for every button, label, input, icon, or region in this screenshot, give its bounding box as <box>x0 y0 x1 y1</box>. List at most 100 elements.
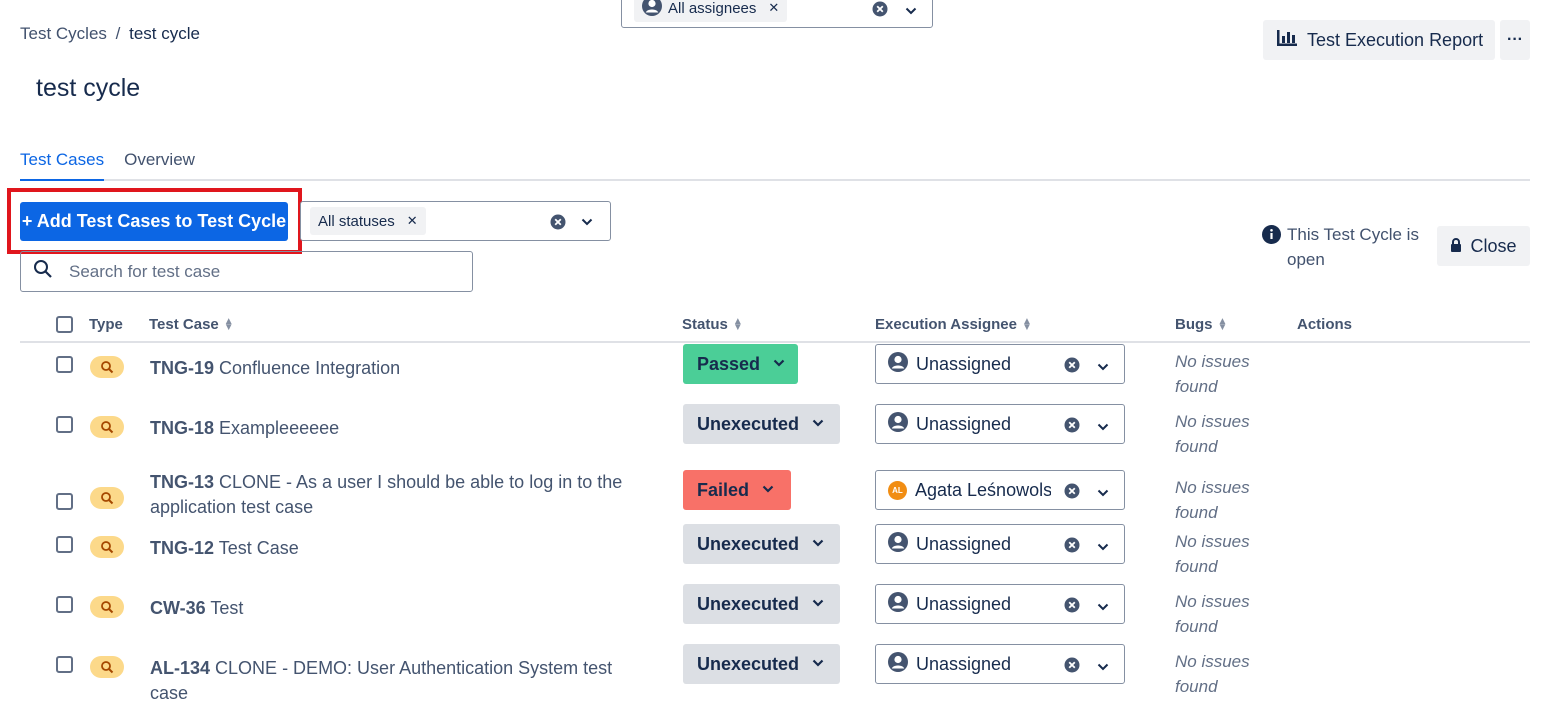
magnifier-test-icon <box>90 596 124 618</box>
close-button-label: Close <box>1470 235 1517 256</box>
header-bugs-label: Bugs <box>1175 316 1213 333</box>
magnifier-test-icon <box>90 356 124 378</box>
chevron-down-icon[interactable] <box>580 215 594 234</box>
header-status[interactable]: Status ▲ ▼ <box>682 316 743 333</box>
lock-icon <box>1450 236 1462 257</box>
assignee-select[interactable]: Unassigned <box>875 404 1125 444</box>
test-case-key[interactable]: TNG-19 <box>150 358 214 378</box>
row-checkbox[interactable] <box>56 356 73 373</box>
clear-circle-icon[interactable] <box>872 1 888 22</box>
header-test-case-label: Test Case <box>149 316 219 333</box>
chevron-down-icon[interactable] <box>904 2 918 23</box>
user-avatar-icon <box>888 651 908 677</box>
assignee-name: Unassigned <box>916 653 1012 674</box>
test-case-title[interactable]: Test <box>210 598 243 618</box>
tab-overview[interactable]: Overview <box>124 150 195 179</box>
header-status-label: Status <box>682 316 728 333</box>
clear-circle-icon[interactable] <box>1064 357 1080 378</box>
test-case-key[interactable]: CW-36 <box>150 598 206 618</box>
assignee-filter-chip: All assignees ✕ <box>634 0 788 22</box>
test-case-title[interactable]: Exampleeeeee <box>219 418 339 438</box>
tab-test-cases[interactable]: Test Cases <box>20 150 105 181</box>
test-case-cell[interactable]: TNG-18 Exampleeeeee <box>150 416 630 441</box>
row-checkbox[interactable] <box>56 416 73 433</box>
assignee-filter[interactable]: All assignees ✕ <box>621 0 933 28</box>
status-dropdown[interactable]: Passed <box>683 344 798 384</box>
clear-circle-icon[interactable] <box>550 214 566 235</box>
clear-circle-icon[interactable] <box>1064 537 1080 558</box>
test-case-cell[interactable]: TNG-12 Test Case <box>150 536 630 561</box>
clear-circle-icon[interactable] <box>1064 657 1080 678</box>
row-checkbox[interactable] <box>56 493 73 510</box>
sort-icon[interactable]: ▲ ▼ <box>1022 316 1032 332</box>
remove-chip-icon[interactable]: ✕ <box>768 0 779 16</box>
status-dropdown[interactable]: Unexecuted <box>683 524 840 564</box>
test-case-key[interactable]: TNG-12 <box>150 538 214 558</box>
test-case-title[interactable]: Test Case <box>219 538 299 558</box>
user-avatar-icon <box>888 411 908 437</box>
test-case-title[interactable]: CLONE - DEMO: User Authentication System… <box>150 658 612 703</box>
chevron-down-icon[interactable] <box>1096 418 1110 439</box>
row-checkbox[interactable] <box>56 596 73 613</box>
status-dropdown[interactable]: Unexecuted <box>683 584 840 624</box>
breadcrumb: Test Cycles / test cycle <box>20 24 200 44</box>
test-case-title[interactable]: Confluence Integration <box>219 358 400 378</box>
assignee-name: Agata Leśnowolsl <box>915 479 1051 500</box>
assignee-select[interactable]: Unassigned <box>875 584 1125 624</box>
test-execution-report-button[interactable]: Test Execution Report <box>1263 20 1495 60</box>
assignee-select[interactable]: AL Agata Leśnowolsl <box>875 470 1125 510</box>
assignee-select[interactable]: Unassigned <box>875 344 1125 384</box>
test-case-key[interactable]: TNG-13 <box>150 472 214 492</box>
status-dropdown[interactable]: Unexecuted <box>683 644 840 684</box>
select-all-checkbox[interactable] <box>56 316 73 333</box>
user-avatar-icon: AL <box>888 480 907 500</box>
header-type: Type <box>89 316 123 333</box>
assignee-select[interactable]: Unassigned <box>875 644 1125 684</box>
chevron-down-icon[interactable] <box>1096 658 1110 679</box>
test-case-cell[interactable]: TNG-13 CLONE - As a user I should be abl… <box>150 470 630 520</box>
clear-circle-icon[interactable] <box>1064 417 1080 438</box>
row-checkbox[interactable] <box>56 656 73 673</box>
search-box[interactable] <box>20 251 473 292</box>
test-case-cell[interactable]: CW-36 Test <box>150 596 630 621</box>
breadcrumb-parent-link[interactable]: Test Cycles <box>20 24 107 43</box>
header-actions-label: Actions <box>1297 316 1353 333</box>
bugs-cell: No issues found <box>1175 592 1250 636</box>
header-bugs[interactable]: Bugs ▲ ▼ <box>1175 316 1227 333</box>
assignee-select[interactable]: Unassigned <box>875 524 1125 564</box>
magnifier-test-icon <box>90 656 124 678</box>
search-icon <box>33 259 53 284</box>
more-actions-button[interactable]: ··· <box>1500 20 1530 60</box>
cycle-open-text: This Test Cycle is open <box>1287 225 1419 269</box>
row-checkbox[interactable] <box>56 536 73 553</box>
sort-icon[interactable]: ▲ ▼ <box>224 316 234 332</box>
status-filter-chip: All statuses ✕ <box>310 207 426 235</box>
sort-icon[interactable]: ▲ ▼ <box>1218 316 1228 332</box>
assignee-name: Unassigned <box>916 353 1012 374</box>
bugs-cell: No issues found <box>1175 532 1250 576</box>
search-input[interactable] <box>69 261 449 282</box>
test-case-cell[interactable]: AL-134 CLONE - DEMO: User Authentication… <box>150 656 630 706</box>
test-case-cell[interactable]: TNG-19 Confluence Integration <box>150 356 630 381</box>
table-row: TNG-18 Exampleeeeee Unexecuted Unassigne… <box>20 404 1530 476</box>
test-case-key[interactable]: TNG-18 <box>150 418 214 438</box>
header-execution-assignee[interactable]: Execution Assignee ▲ ▼ <box>875 316 1032 333</box>
status-dropdown[interactable]: Failed <box>683 470 791 510</box>
chevron-down-icon <box>811 594 825 615</box>
chevron-down-icon[interactable] <box>1096 598 1110 619</box>
test-case-title[interactable]: CLONE - As a user I should be able to lo… <box>150 472 622 517</box>
chevron-down-icon[interactable] <box>1096 484 1110 505</box>
chevron-down-icon[interactable] <box>1096 358 1110 379</box>
clear-circle-icon[interactable] <box>1064 597 1080 618</box>
close-cycle-button[interactable]: Close <box>1437 226 1530 266</box>
page-title: test cycle <box>36 74 141 102</box>
add-test-cases-button[interactable]: + Add Test Cases to Test Cycle <box>20 202 288 241</box>
header-test-case[interactable]: Test Case ▲ ▼ <box>149 316 234 333</box>
remove-chip-icon[interactable]: ✕ <box>407 213 418 229</box>
clear-circle-icon[interactable] <box>1064 483 1080 504</box>
status-filter[interactable]: All statuses ✕ <box>300 201 611 241</box>
status-dropdown[interactable]: Unexecuted <box>683 404 840 444</box>
chevron-down-icon[interactable] <box>1096 538 1110 559</box>
test-case-key[interactable]: AL-134 <box>150 658 210 678</box>
sort-icon[interactable]: ▲ ▼ <box>733 316 743 332</box>
